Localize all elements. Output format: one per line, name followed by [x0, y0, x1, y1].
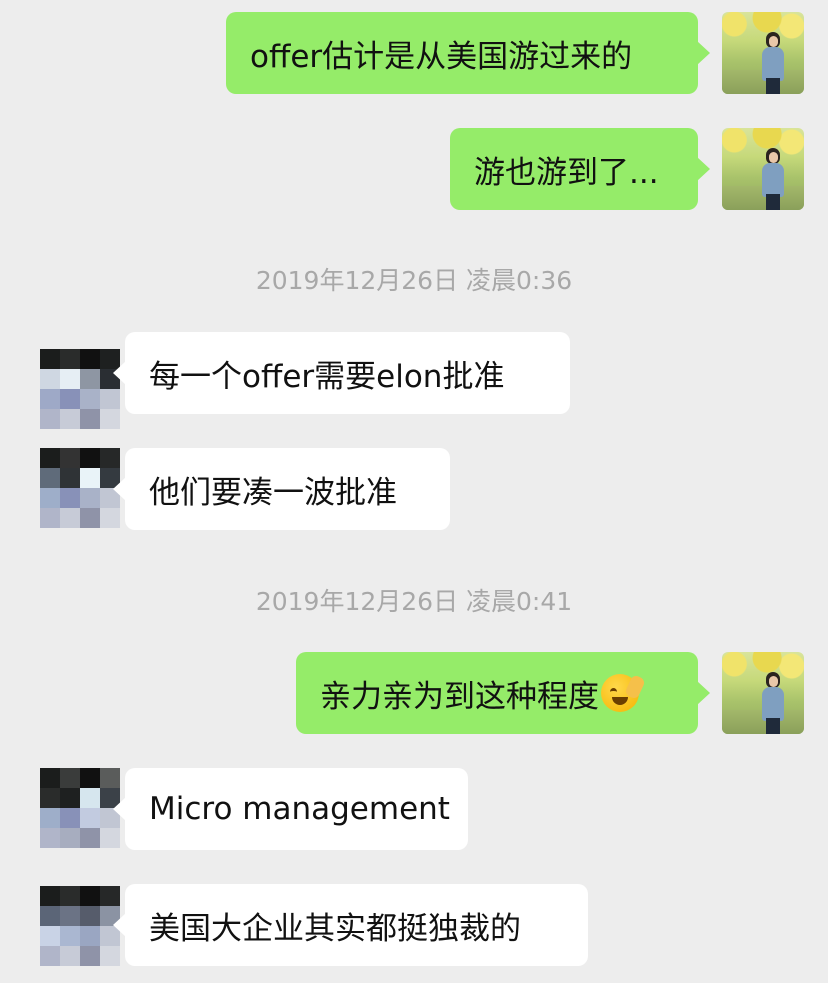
message-text: 亲力亲为到这种程度 [320, 678, 599, 715]
message-text: offer估计是从美国游过来的 [250, 38, 633, 75]
facepalm-emoji-icon [601, 674, 646, 712]
contact-avatar[interactable] [40, 768, 120, 848]
timestamp: 2019年12月26日 凌晨0:41 [255, 587, 573, 616]
contact-avatar[interactable] [40, 349, 120, 429]
message-bubble-incoming[interactable]: Micro management [113, 768, 468, 850]
message-bubble-outgoing[interactable]: 游也游到了... [450, 128, 710, 210]
message-bubble-incoming[interactable]: 他们要凑一波批准 [113, 448, 450, 530]
contact-avatar[interactable] [40, 448, 120, 528]
message-text: 他们要凑一波批准 [149, 474, 397, 511]
my-avatar[interactable] [722, 652, 804, 734]
message-text: Micro management [149, 791, 450, 827]
contact-avatar[interactable] [40, 886, 120, 966]
message-text: 每一个offer需要elon批准 [149, 358, 505, 395]
my-avatar[interactable] [722, 128, 804, 210]
my-avatar[interactable] [722, 12, 804, 94]
message-bubble-incoming[interactable]: 每一个offer需要elon批准 [113, 332, 570, 414]
message-text: 游也游到了... [474, 154, 659, 191]
message-bubble-incoming[interactable]: 美国大企业其实都挺独裁的 [113, 884, 588, 966]
message-text: 美国大企业其实都挺独裁的 [149, 910, 521, 947]
timestamp: 2019年12月26日 凌晨0:36 [255, 266, 573, 295]
message-bubble-outgoing[interactable]: 亲力亲为到这种程度 [296, 652, 710, 734]
message-bubble-outgoing[interactable]: offer估计是从美国游过来的 [226, 12, 710, 94]
